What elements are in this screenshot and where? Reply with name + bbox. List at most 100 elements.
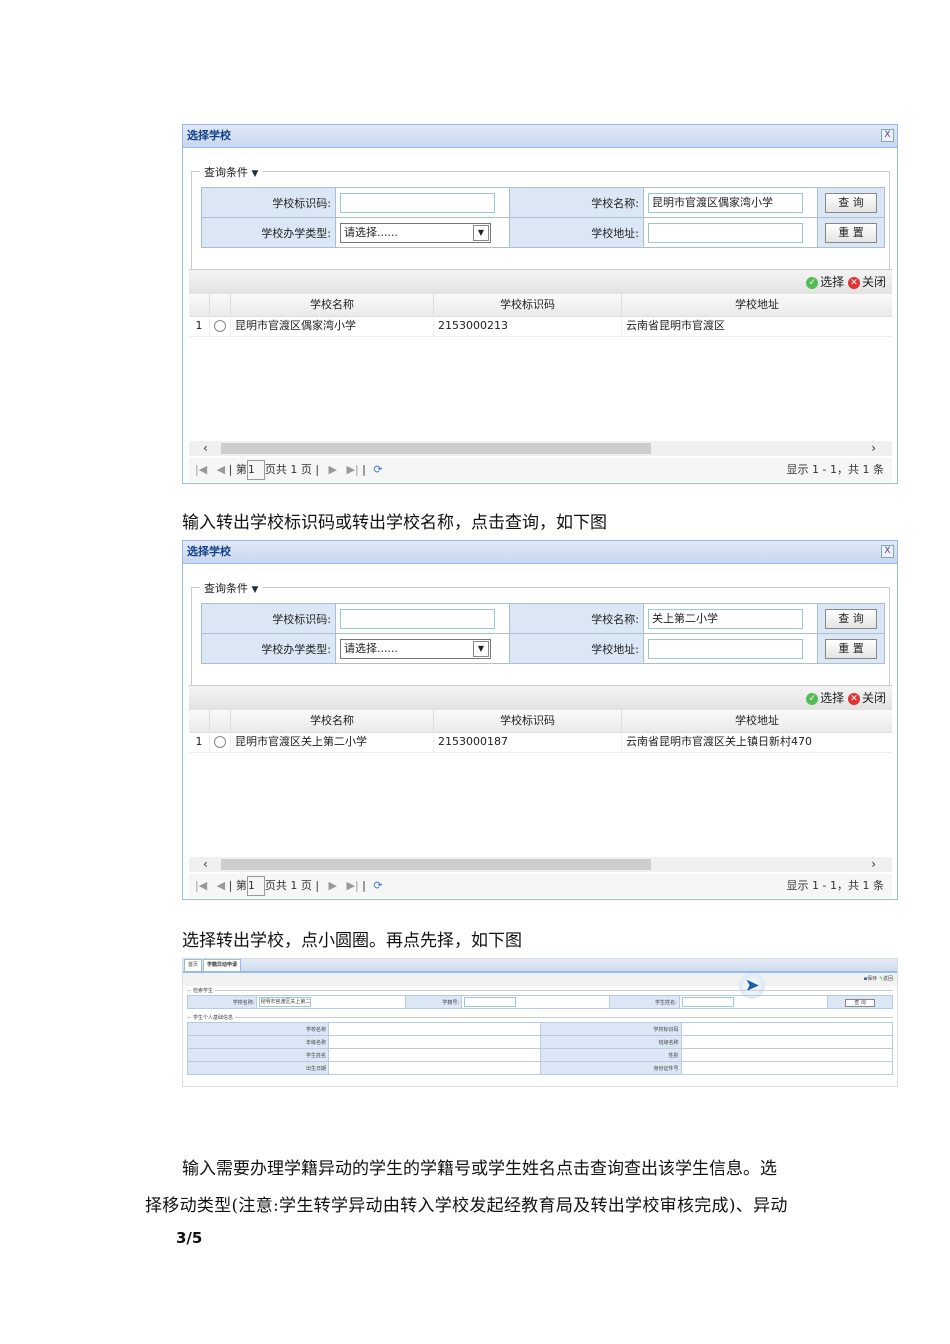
column-header[interactable]: 学校地址 [622, 710, 892, 732]
table-row[interactable]: 1 昆明市官渡区偶家湾小学 2153000213 云南省昆明市官渡区 [189, 316, 892, 337]
search-student-section: 检索学生 学校名称: 昆明市官渡区关上第二 学籍号: 学生姓名: 查 询 [186, 987, 893, 1009]
horizontal-scrollbar[interactable]: ‹ › [189, 857, 892, 872]
save-button[interactable]: ▪保存 [864, 976, 877, 982]
column-header[interactable]: 学校地址 [622, 294, 892, 316]
field-label: 学籍号: [404, 995, 463, 1009]
column-header[interactable]: 学校名称 [231, 294, 434, 316]
triangle-down-icon: ▼ [251, 169, 259, 179]
info-value [328, 1048, 541, 1062]
grid-toolbar: ✓ 选择 ✕ 关闭 [189, 269, 892, 294]
chevron-down-icon: ▼ [473, 640, 489, 657]
pagination-bar: |◀ ◀ | 第1 页共 1 页 | ▶ ▶| | ⟳ 显示 1 - 1，共 1 … [189, 458, 892, 482]
info-row: 出生日期 身份证件号 [187, 1061, 893, 1075]
dialog-title: 选择学校 [183, 541, 897, 564]
column-header[interactable]: 学校名称 [231, 710, 434, 732]
row-radio[interactable] [214, 736, 226, 748]
info-value [328, 1022, 541, 1036]
paragraph-line: 择移动类型(注意:学生转学异动由转入学校发起经教育局及转出学校审核完成)、异动 [145, 1196, 788, 1216]
student-transfer-form-screenshot: 首页 学籍异动申请 ▪保存 ↰返回 ➤ 检索学生 学校名称: 昆明市官渡区关上第二… [182, 958, 898, 1087]
next-page-icon[interactable]: ▶ [329, 879, 337, 892]
field-label: 学校名称: [186, 995, 258, 1009]
pagination-summary: 显示 1 - 1，共 1 条 [786, 879, 884, 892]
chevron-left-icon[interactable]: ‹ [203, 857, 208, 872]
first-page-icon[interactable]: |◀ [195, 879, 207, 892]
back-button[interactable]: ↰返回 [879, 976, 893, 982]
reset-button[interactable]: 重 置 [825, 222, 877, 243]
reset-button[interactable]: 重 置 [825, 638, 877, 659]
field-label: 学校地址: [509, 217, 644, 248]
grid-header: 学校名称 学校标识码 学校地址 [189, 294, 892, 317]
query-conditions-toggle[interactable]: 查询条件 ▼ [200, 164, 263, 180]
info-label: 学生姓名 [187, 1048, 329, 1062]
query-conditions-toggle[interactable]: 查询条件 ▼ [200, 580, 263, 596]
scrollbar-thumb[interactable] [221, 859, 651, 870]
legend-label: 查询条件 [204, 582, 248, 595]
field-label: 学校办学类型: [201, 633, 336, 664]
select-button[interactable]: ✓ 选择 [806, 275, 844, 289]
field-label: 学校办学类型: [201, 217, 336, 248]
toolbar: ▪保存 ↰返回 [183, 973, 897, 986]
section-legend: 学生个人基础信息 [191, 1014, 236, 1021]
close-button[interactable]: ✕ 关闭 [847, 691, 886, 705]
column-header[interactable]: 学校标识码 [434, 294, 622, 316]
school-name-input[interactable]: 关上第二小学 [648, 608, 803, 629]
field-label: 学校地址: [509, 633, 644, 664]
last-page-icon[interactable]: ▶| [347, 879, 359, 892]
info-value [328, 1061, 541, 1075]
student-id-input[interactable] [464, 997, 517, 1007]
pagination-summary: 显示 1 - 1，共 1 条 [786, 463, 884, 476]
instruction-text: 选择转出学校，点小圆圈。再点先择，如下图 [182, 931, 522, 951]
refresh-icon[interactable]: ⟳ [373, 879, 382, 892]
table-row[interactable]: 1 昆明市官渡区关上第二小学 2153000187 云南省昆明市官渡区关上镇日新… [189, 732, 892, 753]
page-prefix: 第 [235, 463, 247, 476]
close-circle-icon: ✕ [847, 276, 860, 289]
info-row: 年级名称 班级名称 [187, 1035, 893, 1049]
close-icon[interactable]: X [881, 129, 894, 142]
chevron-right-icon[interactable]: › [871, 441, 876, 456]
school-name-input[interactable]: 昆明市官渡区关上第二 [259, 997, 312, 1007]
grid-header: 学校名称 学校标识码 学校地址 [189, 710, 892, 733]
page-total: 页共 1 页 [264, 463, 312, 476]
cell-school-address: 云南省昆明市官渡区关上镇日新村470 [626, 735, 812, 748]
query-button[interactable]: 查 询 [825, 608, 877, 629]
field-label: 学校名称: [509, 187, 644, 218]
close-icon[interactable]: X [881, 545, 894, 558]
page-input[interactable]: 1 [246, 876, 265, 896]
column-header[interactable]: 学校标识码 [434, 710, 622, 732]
refresh-icon[interactable]: ⟳ [373, 463, 382, 476]
info-row: 学校名称 学校标识码 [187, 1022, 893, 1036]
dialog-title: 选择学校 [183, 125, 897, 148]
page-input[interactable]: 1 [246, 460, 265, 480]
school-address-input[interactable] [648, 222, 803, 243]
close-button[interactable]: ✕ 关闭 [847, 275, 886, 289]
first-page-icon[interactable]: |◀ [195, 463, 207, 476]
document-page: 选择学校 X 查询条件 ▼ 学校标识码: 学校名称: 昆明市官渡区偶家湾小学 查… [0, 0, 950, 1344]
next-page-icon[interactable]: ▶ [329, 463, 337, 476]
horizontal-scrollbar[interactable]: ‹ › [189, 441, 892, 456]
scrollbar-thumb[interactable] [221, 443, 651, 454]
row-number: 1 [189, 732, 210, 752]
school-type-select[interactable]: 请选择...... ▼ [340, 638, 491, 659]
query-button[interactable]: 查 询 [845, 998, 875, 1007]
select-value: 请选择...... [344, 225, 398, 239]
tab-home[interactable]: 首页 [184, 959, 203, 972]
info-label: 年级名称 [187, 1035, 329, 1049]
school-name-input[interactable]: 昆明市官渡区偶家湾小学 [648, 192, 803, 213]
last-page-icon[interactable]: ▶| [347, 463, 359, 476]
tab-transfer-application[interactable]: 学籍异动申请 [203, 959, 242, 972]
school-code-input[interactable] [340, 192, 495, 213]
school-address-input[interactable] [648, 638, 803, 659]
field-label: 学校标识码: [201, 187, 336, 218]
school-code-input[interactable] [340, 608, 495, 629]
student-name-input[interactable] [681, 997, 734, 1007]
paragraph-line: 输入需要办理学籍异动的学生的学籍号或学生姓名点击查询查出该学生信息。选 [182, 1159, 777, 1179]
check-icon: ✓ [806, 276, 819, 289]
prev-page-icon[interactable]: ◀ [217, 879, 225, 892]
query-button[interactable]: 查 询 [825, 192, 877, 213]
select-button[interactable]: ✓ 选择 [806, 691, 844, 705]
chevron-left-icon[interactable]: ‹ [203, 441, 208, 456]
row-radio[interactable] [214, 320, 226, 332]
school-type-select[interactable]: 请选择...... ▼ [340, 222, 491, 243]
chevron-right-icon[interactable]: › [871, 857, 876, 872]
prev-page-icon[interactable]: ◀ [217, 463, 225, 476]
